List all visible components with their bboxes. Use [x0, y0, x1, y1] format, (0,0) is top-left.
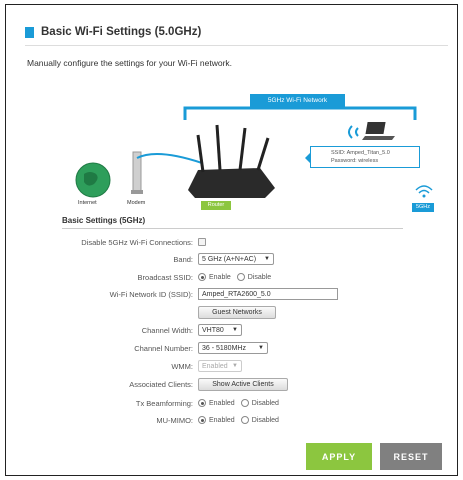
credentials-box: SSID: Amped_Titan_5.0 Password: wireless: [310, 146, 420, 168]
ssid-input[interactable]: Amped_RTA2600_5.0: [198, 288, 338, 300]
page-header: Basic Wi-Fi Settings (5.0GHz): [25, 26, 201, 38]
tx-disabled-label: Disabled: [251, 399, 279, 407]
clients-label: Associated Clients:: [129, 379, 193, 389]
modem-label: Modem: [127, 200, 146, 206]
broadcast-row: Broadcast SSID: Enable Disable: [0, 270, 463, 284]
chevron-down-icon: ▼: [232, 363, 238, 369]
mumimo-disabled-label: Disabled: [251, 416, 279, 424]
password-line: Password: wireless: [331, 158, 379, 164]
network-label: 5GHz Wi-Fi Network: [250, 94, 345, 107]
tx-disabled-radio[interactable]: [240, 399, 249, 407]
mu-mimo-label: MU-MIMO:: [156, 415, 193, 425]
tx-enabled-radio[interactable]: [198, 399, 206, 407]
wmm-select: Enabled ▼: [198, 360, 242, 372]
title-divider: [25, 45, 448, 46]
tx-enabled-label: Enabled: [209, 399, 235, 407]
ssid-row: Wi-Fi Network ID (SSID): Amped_RTA2600_5…: [0, 287, 463, 301]
section-title: Basic Settings (5GHz): [62, 216, 146, 225]
broadcast-label: Broadcast SSID:: [137, 272, 193, 282]
band-tag: 5GHz: [412, 203, 434, 212]
channel-number-row: Channel Number: 36 - 5180MHz ▼: [0, 341, 463, 355]
guest-networks-button[interactable]: Guest Networks: [198, 305, 276, 319]
guest-row: Guest Networks: [0, 305, 463, 319]
page-title: Basic Wi-Fi Settings (5.0GHz): [41, 26, 202, 38]
tx-beamforming-row: Tx Beamforming: Enabled Disabled: [0, 396, 463, 410]
channel-width-select[interactable]: VHT80 ▼: [198, 324, 242, 336]
wmm-row: WMM: Enabled ▼: [0, 359, 463, 373]
disable-label: Disable 5GHz Wi-Fi Connections:: [81, 237, 193, 247]
band-select[interactable]: 5 GHz (A+N+AC) ▼: [198, 253, 274, 265]
channel-width-label: Channel Width:: [141, 325, 193, 335]
channel-width-row: Channel Width: VHT80 ▼: [0, 323, 463, 337]
reset-button[interactable]: RESET: [380, 443, 442, 470]
chevron-down-icon: ▼: [232, 327, 238, 333]
chevron-down-icon: ▼: [258, 345, 264, 351]
page-intro: Manually configure the settings for your…: [27, 58, 233, 68]
channel-number-select[interactable]: 36 - 5180MHz ▼: [198, 342, 268, 354]
network-diagram: 5GHz Wi-Fi Network SSID: Amped_Titan_5.0…: [60, 80, 455, 215]
apply-button[interactable]: APPLY: [306, 443, 372, 470]
broadcast-enable-radio[interactable]: [198, 273, 206, 281]
band-value: 5 GHz (A+N+AC): [202, 255, 257, 263]
channel-width-value: VHT80: [202, 326, 224, 334]
section-divider: [62, 228, 403, 229]
broadcast-disable-label: Disable: [247, 273, 272, 281]
band-label: Band:: [173, 254, 193, 264]
mu-mimo-row: MU-MIMO: Enabled Disabled: [0, 413, 463, 427]
ssid-label: Wi-Fi Network ID (SSID):: [109, 289, 193, 299]
wmm-value: Enabled: [202, 362, 228, 370]
show-active-clients-button[interactable]: Show Active Clients: [198, 377, 288, 391]
ssid-line: SSID: Amped_Titan_5.0: [331, 150, 390, 156]
chevron-down-icon: ▼: [264, 256, 270, 262]
channel-number-value: 36 - 5180MHz: [202, 344, 246, 352]
internet-label: Internet: [78, 200, 97, 206]
title-marker-icon: [25, 26, 34, 38]
disable-checkbox[interactable]: [198, 238, 206, 246]
broadcast-disable-radio[interactable]: [236, 273, 245, 281]
band-row: Band: 5 GHz (A+N+AC) ▼: [0, 252, 463, 266]
tx-beamforming-label: Tx Beamforming:: [135, 398, 193, 408]
router-label: Router: [201, 201, 231, 210]
disable-row: Disable 5GHz Wi-Fi Connections:: [0, 235, 463, 249]
mumimo-disabled-radio[interactable]: [240, 416, 249, 424]
clients-row: Associated Clients: Show Active Clients: [0, 377, 463, 391]
wmm-label: WMM:: [171, 361, 193, 371]
mumimo-enabled-radio[interactable]: [198, 416, 206, 424]
mumimo-enabled-label: Enabled: [209, 416, 235, 424]
channel-number-label: Channel Number:: [134, 343, 193, 353]
broadcast-enable-label: Enable: [209, 273, 231, 281]
